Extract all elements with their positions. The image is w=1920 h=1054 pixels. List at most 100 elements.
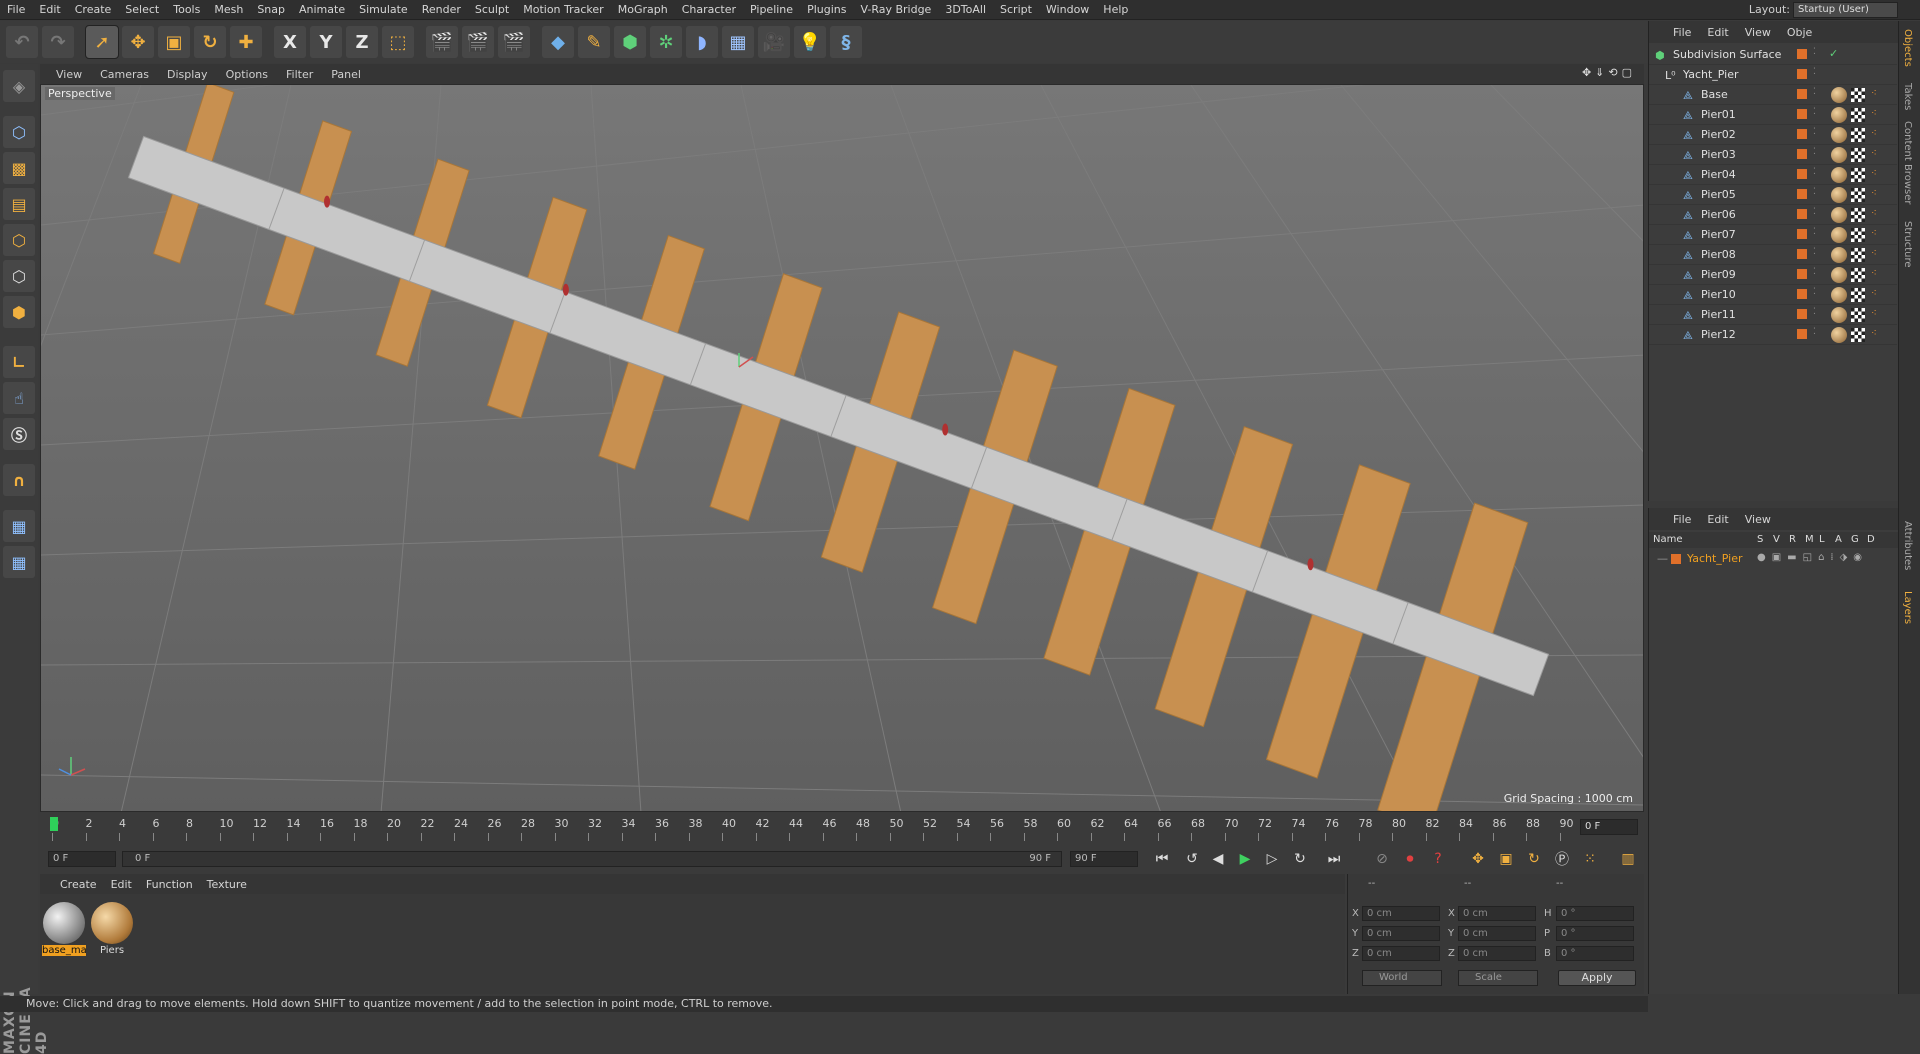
texture-tag-icon[interactable]	[1851, 228, 1865, 242]
play-icon[interactable]: ▶	[1233, 848, 1257, 870]
object-name[interactable]: Pier09	[1701, 268, 1736, 281]
render-settings-icon[interactable]: 🎬	[498, 26, 530, 58]
texture-tag-icon[interactable]	[1851, 308, 1865, 322]
layout-select[interactable]: Startup (User)	[1793, 2, 1898, 18]
menu-item[interactable]: Select	[118, 0, 166, 20]
texture-tag-icon[interactable]	[1851, 148, 1865, 162]
layer-menu-item[interactable]: Edit	[1707, 513, 1728, 526]
material-tag-icon[interactable]	[1831, 107, 1847, 123]
menu-item[interactable]: Plugins	[800, 0, 853, 20]
layer-column-header[interactable]: D	[1867, 534, 1875, 545]
visibility-dots-icon[interactable]: ⁚	[1813, 267, 1816, 277]
timeline[interactable]: 0246810121416182022242628303234363840424…	[40, 815, 1644, 845]
visibility-dots-icon[interactable]: ⁚	[1813, 167, 1816, 177]
selection-tag-icon[interactable]: ⁖	[1871, 88, 1877, 99]
axis-mode-icon[interactable]: ∟	[3, 346, 35, 378]
selection-tag-icon[interactable]: ⁖	[1871, 128, 1877, 139]
layer-color-tag[interactable]	[1797, 209, 1807, 219]
viewport-menu-item[interactable]: Filter	[286, 68, 313, 81]
cube-icon[interactable]: ◆	[542, 26, 574, 58]
floor-icon[interactable]: ▦	[722, 26, 754, 58]
object-name[interactable]: Pier06	[1701, 208, 1736, 221]
object-row[interactable]: ⟁ Pier10 ⁚ ⁖	[1649, 285, 1897, 305]
layer-color-tag[interactable]	[1797, 69, 1807, 79]
object-name[interactable]: Pier05	[1701, 188, 1736, 201]
tab-structure[interactable]: Structure	[1902, 221, 1913, 268]
object-name[interactable]: Pier02	[1701, 128, 1736, 141]
menu-item[interactable]: Render	[415, 0, 468, 20]
menu-item[interactable]: Help	[1096, 0, 1135, 20]
layer-column-header[interactable]: G	[1851, 534, 1859, 545]
visibility-dots-icon[interactable]: ⁚	[1813, 227, 1816, 237]
material-tag-icon[interactable]	[1831, 227, 1847, 243]
material-tag-icon[interactable]	[1831, 207, 1847, 223]
object-row[interactable]: ⟁ Pier09 ⁚ ⁖	[1649, 265, 1897, 285]
menu-item[interactable]: V-Ray Bridge	[853, 0, 938, 20]
texture-tag-icon[interactable]	[1851, 88, 1865, 102]
menu-item[interactable]: Pipeline	[743, 0, 800, 20]
live-selection-icon[interactable]: ➚	[85, 25, 119, 59]
tab-content-browser[interactable]: Content Browser	[1902, 121, 1913, 204]
camera-icon[interactable]: 🎥	[758, 26, 790, 58]
selection-tag-icon[interactable]: ⁖	[1871, 168, 1877, 179]
rotate-icon[interactable]: ↻	[194, 26, 226, 58]
layer-color-tag[interactable]	[1797, 249, 1807, 259]
object-row[interactable]: ⟁ Pier12 ⁚ ⁖	[1649, 325, 1897, 345]
snap-icon[interactable]: ∩	[3, 464, 35, 496]
layer-color-tag[interactable]	[1797, 129, 1807, 139]
workplane-lock-icon[interactable]: ▦	[3, 546, 35, 578]
object-row[interactable]: ⟁ Pier05 ⁚ ⁖	[1649, 185, 1897, 205]
texture-tag-icon[interactable]	[1851, 108, 1865, 122]
menu-item[interactable]: Simulate	[352, 0, 415, 20]
scale-mode-select[interactable]: Scale	[1458, 970, 1538, 986]
layer-menu-item[interactable]: File	[1673, 513, 1691, 526]
object-name[interactable]: Pier08	[1701, 248, 1736, 261]
object-row[interactable]: ⬢ Subdivision Surface ⁚ ✓	[1649, 45, 1897, 65]
material-tag-icon[interactable]	[1831, 327, 1847, 343]
redo-icon[interactable]: ↷	[42, 26, 74, 58]
menu-item[interactable]: Create	[68, 0, 119, 20]
visibility-dots-icon[interactable]: ⁚	[1813, 47, 1816, 57]
record-icon[interactable]: ⏺	[1398, 848, 1422, 870]
next-frame-icon[interactable]: ▷	[1260, 848, 1284, 870]
viewport-navigation-icon[interactable]: ✥⇓⟲▢	[1582, 66, 1636, 79]
position-x-field[interactable]: 0 cm	[1362, 906, 1440, 921]
menu-item[interactable]: Script	[993, 0, 1039, 20]
visibility-dots-icon[interactable]: ⁚	[1813, 207, 1816, 217]
selection-tag-icon[interactable]: ⁖	[1871, 228, 1877, 239]
texture-tag-icon[interactable]	[1851, 328, 1865, 342]
previous-frame-icon[interactable]: ◀	[1206, 848, 1230, 870]
checkmark-icon[interactable]: ✓	[1829, 47, 1838, 60]
menu-item[interactable]: Character	[675, 0, 743, 20]
x-axis-icon[interactable]: X	[274, 26, 306, 58]
object-name[interactable]: Base	[1701, 88, 1728, 101]
selection-tag-icon[interactable]: ⁖	[1871, 248, 1877, 259]
object-name[interactable]: Pier04	[1701, 168, 1736, 181]
scale-icon[interactable]: ▣	[158, 26, 190, 58]
selection-tag-icon[interactable]: ⁖	[1871, 188, 1877, 199]
object-row[interactable]: ⟁ Base ⁚ ⁖	[1649, 85, 1897, 105]
layer-column-header[interactable]: V	[1773, 534, 1780, 545]
layer-color-tag[interactable]	[1797, 149, 1807, 159]
object-menu-item[interactable]: File	[1673, 26, 1691, 39]
object-menu-item[interactable]: View	[1745, 26, 1771, 39]
next-key-icon[interactable]: ↻	[1288, 848, 1312, 870]
rotation-h-field[interactable]: 0 °	[1556, 906, 1634, 921]
position-z-field[interactable]: 0 cm	[1362, 946, 1440, 961]
points-mode-icon[interactable]: ⬡	[3, 224, 35, 256]
visibility-dots-icon[interactable]: ⁚	[1813, 187, 1816, 197]
material-tag-icon[interactable]	[1831, 127, 1847, 143]
tab-layers[interactable]: Layers	[1902, 591, 1913, 624]
visibility-dots-icon[interactable]: ⁚	[1813, 287, 1816, 297]
visibility-dots-icon[interactable]: ⁚	[1813, 67, 1816, 77]
rotation-p-field[interactable]: 0 °	[1556, 926, 1634, 941]
make-editable-icon[interactable]: ◈	[3, 70, 35, 102]
go-to-start-icon[interactable]: ⏮	[1150, 848, 1174, 870]
menu-item[interactable]: Edit	[32, 0, 67, 20]
object-row[interactable]: L⁰ Yacht_Pier ⁚	[1649, 65, 1897, 85]
object-row[interactable]: ⟁ Pier01 ⁚ ⁖	[1649, 105, 1897, 125]
selection-tag-icon[interactable]: ⁖	[1871, 148, 1877, 159]
object-name[interactable]: Subdivision Surface	[1673, 48, 1781, 61]
layer-color-tag[interactable]	[1797, 329, 1807, 339]
tab-objects[interactable]: Objects	[1902, 29, 1913, 67]
